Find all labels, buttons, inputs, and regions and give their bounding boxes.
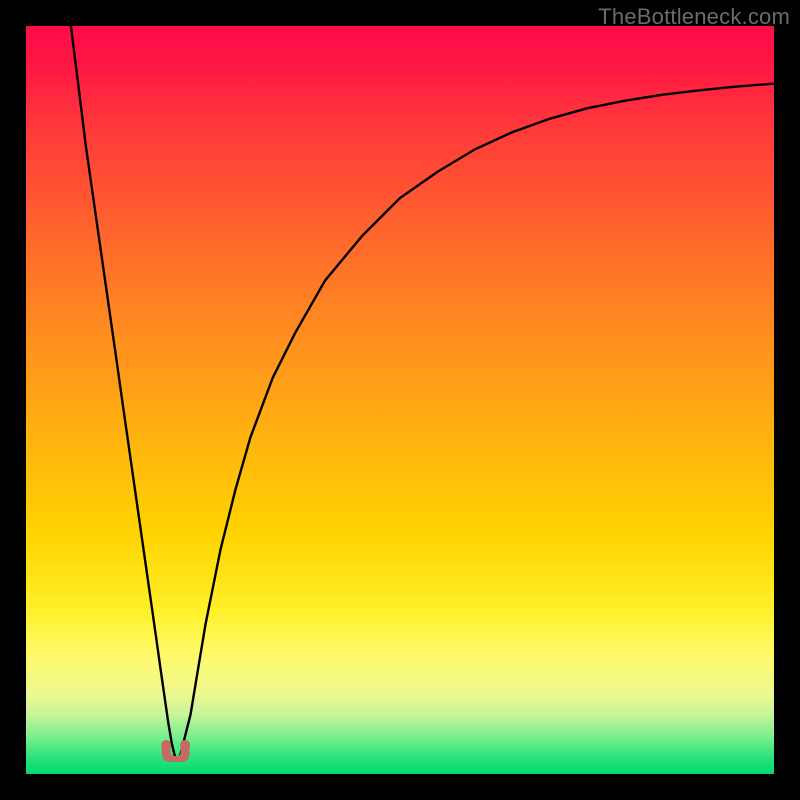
chart-frame: TheBottleneck.com <box>0 0 800 800</box>
plot-area <box>26 26 774 774</box>
min-thumb-icon <box>161 740 190 762</box>
bottleneck-curve <box>71 26 774 759</box>
bottleneck-curve-svg <box>26 26 774 774</box>
